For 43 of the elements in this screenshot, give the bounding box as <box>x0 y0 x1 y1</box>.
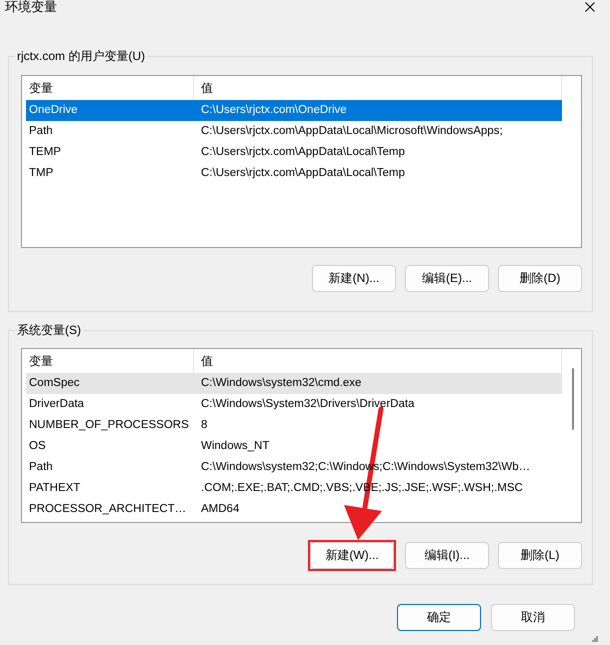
variable-value: C:\Users\rjctx.com\AppData\Local\Temp <box>200 166 406 181</box>
variable-name: ComSpec <box>28 376 80 391</box>
list-row[interactable]: Path C:\Users\rjctx.com\AppData\Local\Microsoft\WindowsApps; <box>26 121 562 142</box>
action-button[interactable]: 编辑(E)... <box>405 265 489 292</box>
variable-name: TMP <box>28 166 54 181</box>
group-title: 系统变量(S) <box>16 322 82 338</box>
variable-value: 8 <box>200 418 208 433</box>
variable-value: C:\Windows\System32\Drivers\DriverData <box>200 397 416 412</box>
variable-value: C:\Windows\system32\cmd.exe <box>200 376 362 391</box>
dialog-button[interactable]: 取消 <box>491 604 575 631</box>
variable-name: PATHEXT <box>28 481 82 496</box>
list-row[interactable]: OS Windows_NT <box>26 436 562 457</box>
action-button[interactable]: 编辑(I)... <box>405 542 489 569</box>
variable-name: Path <box>28 124 54 139</box>
action-button[interactable]: 删除(L) <box>498 542 582 569</box>
list-row[interactable]: PROCESSOR_ARCHITECT… AMD64 <box>26 499 562 520</box>
action-button[interactable]: 新建(N)... <box>312 265 396 292</box>
list-row[interactable]: NUMBER_OF_PROCESSORS 8 <box>26 415 562 436</box>
dialog-button[interactable]: 确定 <box>397 604 481 631</box>
list-row[interactable]: ComSpec C:\Windows\system32\cmd.exe <box>26 373 562 394</box>
scrollbar-thumb[interactable] <box>572 368 574 430</box>
variable-value: C:\Users\rjctx.com\OneDrive <box>200 103 348 118</box>
close-icon[interactable] <box>585 2 595 12</box>
resize-grip-icon[interactable] <box>592 636 598 642</box>
variable-name: OneDrive <box>28 103 79 118</box>
list-row[interactable]: TEMP C:\Users\rjctx.com\AppData\Local\Temp <box>26 142 562 163</box>
variable-value: AMD64 <box>200 502 240 517</box>
variable-value: C:\Users\rjctx.com\AppData\Local\Microsoft\WindowsApps; <box>200 124 504 139</box>
list-row[interactable]: OneDrive C:\Users\rjctx.com\OneDrive <box>26 100 562 121</box>
list-row[interactable]: DriverData C:\Windows\System32\Drivers\DriverData <box>26 394 562 415</box>
variable-value: C:\Users\rjctx.com\AppData\Local\Temp <box>200 145 406 160</box>
variable-name: OS <box>28 439 47 454</box>
variable-name: NUMBER_OF_PROCESSORS <box>28 418 190 433</box>
window-title: 环境变量 <box>5 0 57 14</box>
action-button[interactable]: 删除(D) <box>498 265 582 292</box>
group-title: rjctx.com 的用户变量(U) <box>16 48 146 64</box>
variable-name: DriverData <box>28 397 85 412</box>
list-row[interactable]: TMP C:\Users\rjctx.com\AppData\Local\Temp <box>26 163 562 184</box>
action-button[interactable]: 新建(W)... <box>310 542 394 569</box>
variable-name: Path <box>28 460 54 475</box>
variable-name: PROCESSOR_ARCHITECT… <box>28 502 188 517</box>
variable-name: TEMP <box>28 145 62 160</box>
variable-value: Windows_NT <box>200 439 270 454</box>
